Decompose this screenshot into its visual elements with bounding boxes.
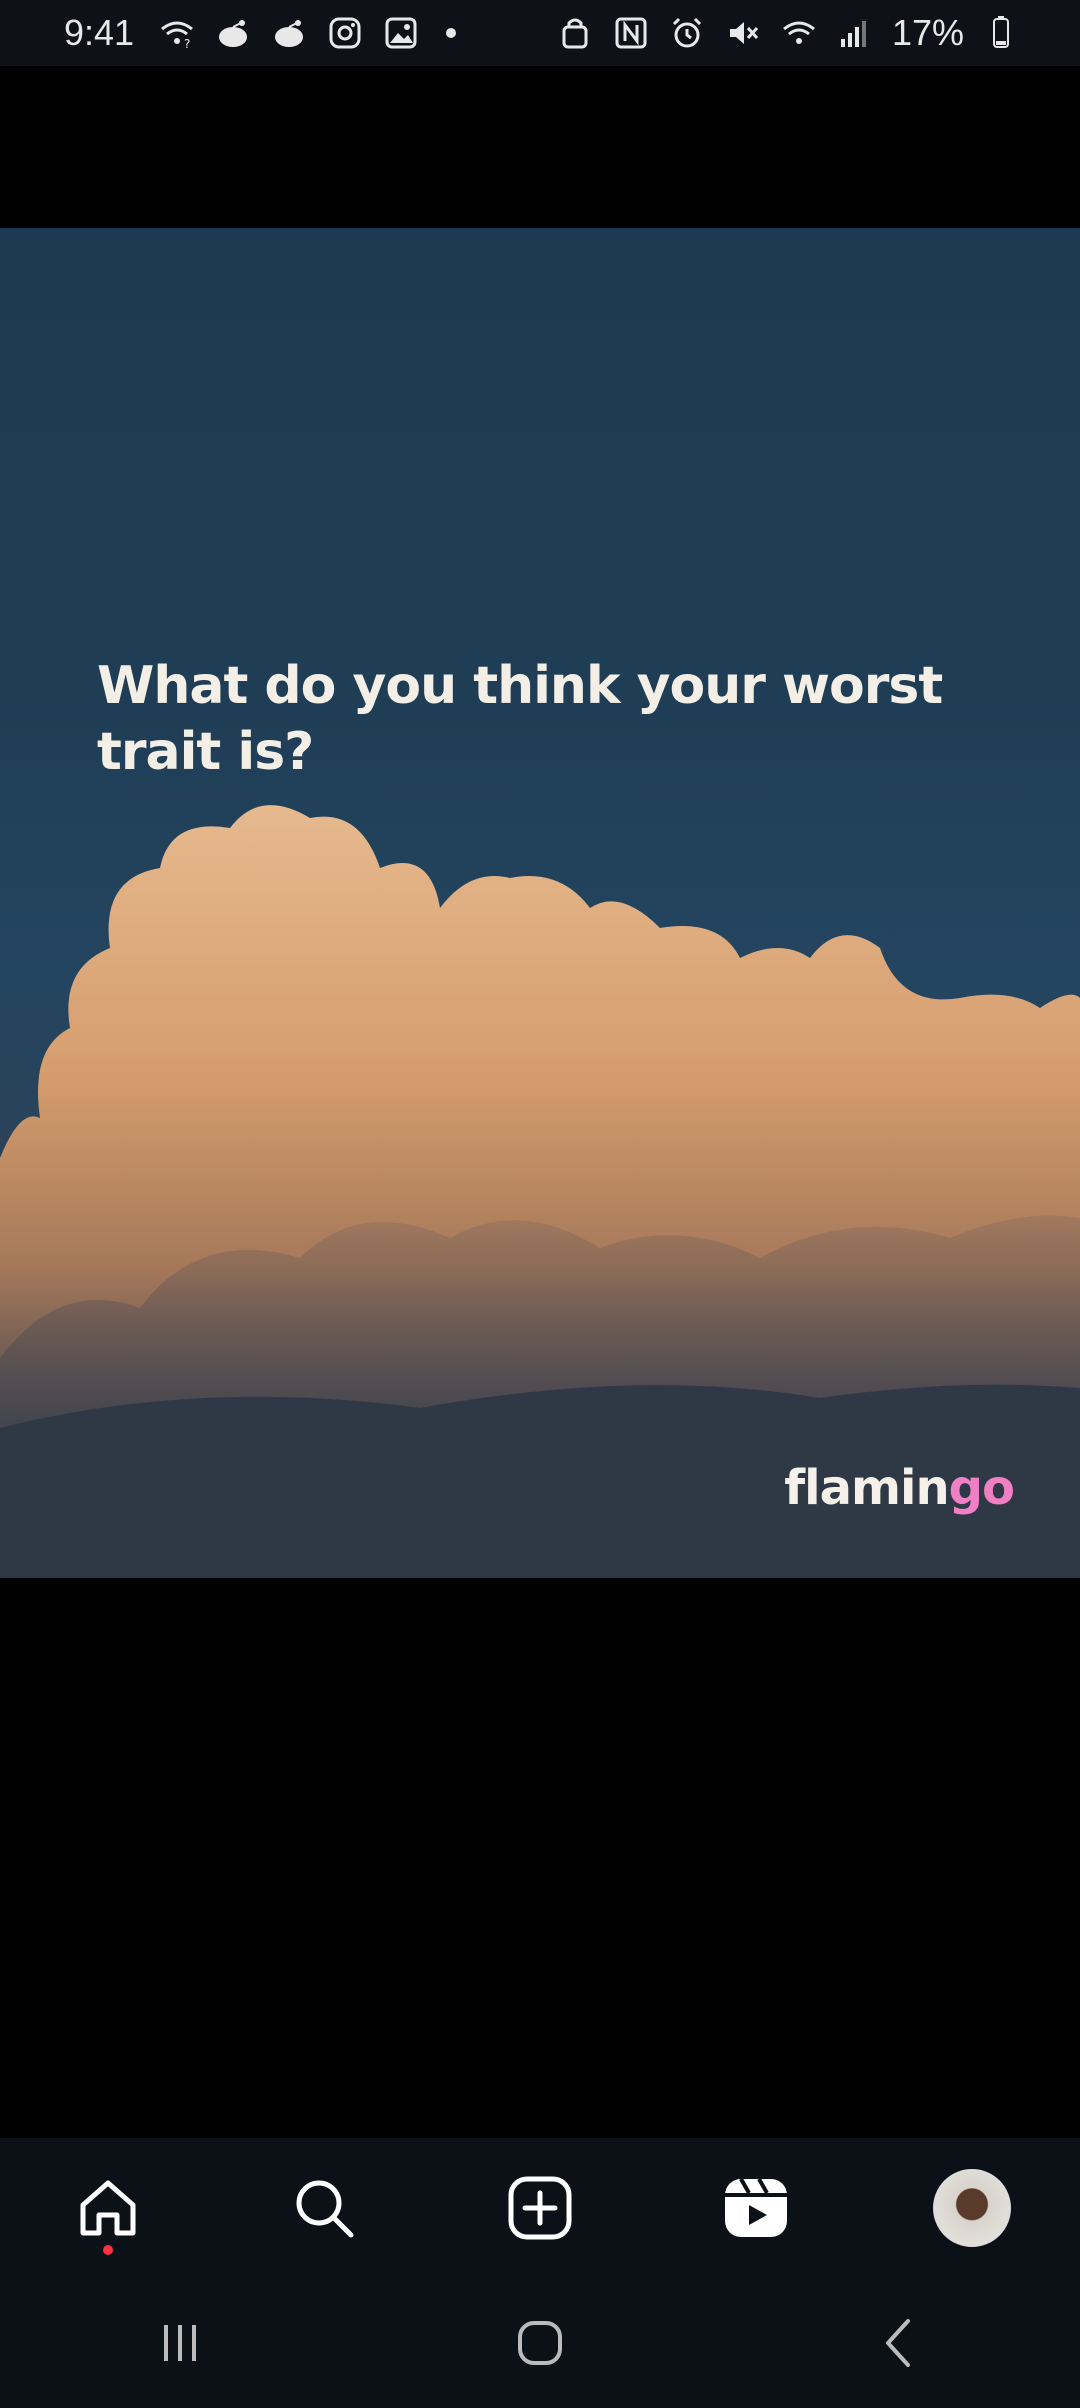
- create-tab[interactable]: [495, 2163, 585, 2253]
- search-tab[interactable]: [279, 2163, 369, 2253]
- nfc-icon: [612, 14, 650, 52]
- wifi-icon: [780, 14, 818, 52]
- home-tab[interactable]: [63, 2163, 153, 2255]
- post-image[interactable]: What do you think your worst trait is? f…: [0, 228, 1080, 1578]
- mute-icon: [724, 14, 762, 52]
- back-button[interactable]: [855, 2298, 945, 2388]
- reels-icon: [725, 2178, 787, 2237]
- recents-icon: [164, 2325, 196, 2361]
- brand-logo: flamingo: [784, 1460, 1015, 1516]
- status-bar-left: 9:41 ?: [64, 12, 457, 54]
- create-icon: [508, 2176, 572, 2240]
- status-bar-right: 17%: [556, 12, 1020, 54]
- search-icon: [296, 2180, 354, 2238]
- wifi-question-icon: ?: [158, 14, 196, 52]
- home-button-icon: [518, 2321, 562, 2365]
- brand-logo-part-2: go: [948, 1460, 1015, 1516]
- svg-text:?: ?: [184, 37, 190, 51]
- back-icon: [886, 2319, 910, 2367]
- signal-icon: [836, 14, 874, 52]
- cloud-illustration: [0, 805, 1080, 1578]
- instagram-icon: [326, 14, 364, 52]
- gallery-icon: [382, 14, 420, 52]
- post-question-text: What do you think your worst trait is?: [97, 656, 943, 782]
- home-notification-dot: [103, 2245, 113, 2255]
- alarm-icon: [668, 14, 706, 52]
- profile-avatar: [933, 2169, 1011, 2247]
- bottom-navigation: [0, 2138, 1080, 2278]
- home-icon: [80, 2180, 136, 2236]
- battery-percentage: 17%: [891, 12, 964, 53]
- status-bar: 9:41 ? 17%: [0, 0, 1080, 66]
- home-button[interactable]: [495, 2298, 585, 2388]
- notification-dot: [446, 28, 457, 38]
- reddit-icon: [270, 14, 308, 52]
- reels-tab[interactable]: [711, 2163, 801, 2253]
- profile-tab[interactable]: [927, 2163, 1017, 2253]
- reddit-icon: [214, 14, 252, 52]
- brand-logo-part-1: flamin: [784, 1460, 949, 1516]
- battery-icon: [982, 14, 1020, 52]
- system-navigation: [0, 2278, 1080, 2408]
- status-time: 9:41: [64, 12, 135, 53]
- recents-button[interactable]: [135, 2298, 225, 2388]
- nfc-lock-icon: [556, 14, 594, 52]
